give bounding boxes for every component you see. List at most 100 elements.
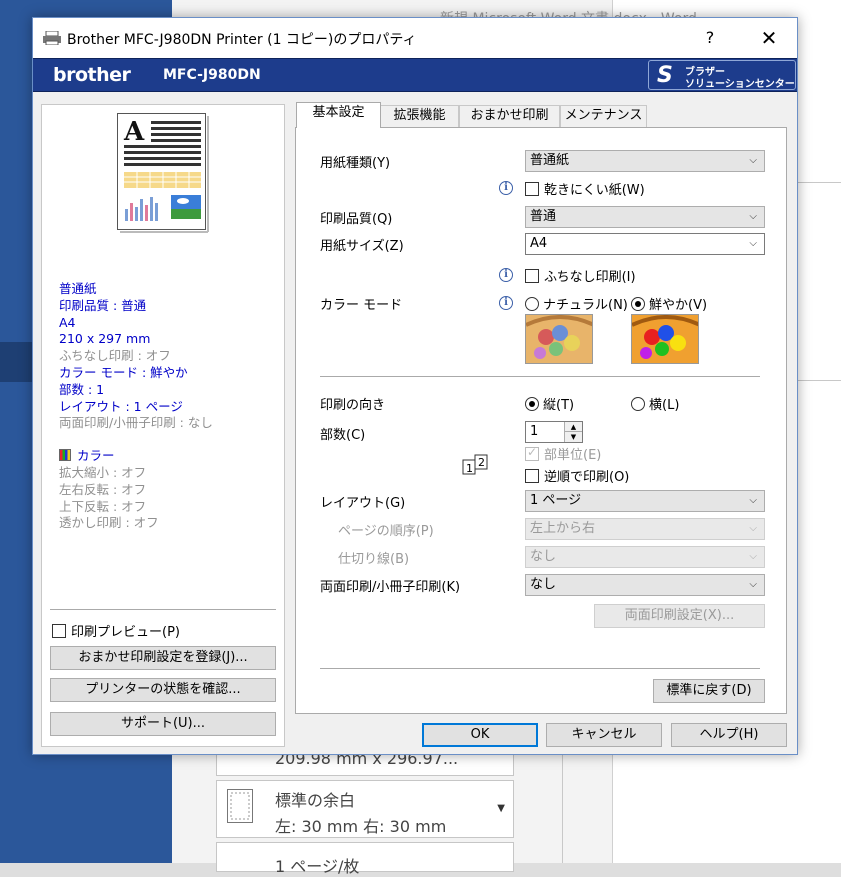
model-name: MFC-J980DN — [163, 67, 261, 83]
solutions-center-icon: S — [657, 63, 673, 88]
page-order-select[interactable]: 左上から右 ⌵ — [525, 518, 765, 540]
register-settings-button[interactable]: おまかせ印刷設定を登録(J)... — [50, 646, 276, 670]
slow-drying-label: 乾きにくい紙(W) — [544, 183, 645, 198]
close-button[interactable]: ✕ — [743, 18, 795, 58]
tab-basic[interactable]: 基本設定 — [296, 102, 381, 128]
pages-per-sheet-setting[interactable]: 1 ページ/枚 — [216, 842, 514, 876]
settings-summary-panel: A 普通紙 印刷品質: 普通 A4 210 x 297 mm ふちなし印刷:… — [41, 104, 285, 747]
media-type-label: 用紙種類(Y) — [320, 156, 391, 171]
portrait-radio[interactable]: 縦(T) — [525, 394, 574, 413]
checkbox-icon — [525, 469, 539, 483]
layout-select[interactable]: 1 ページ ⌵ — [525, 490, 765, 512]
info-icon[interactable]: i — [499, 181, 513, 195]
layout-label: レイアウト(G) — [320, 496, 406, 511]
info-icon[interactable]: i — [499, 296, 513, 310]
radio-icon — [525, 297, 539, 311]
help-dialog-button[interactable]: ヘルプ(H) — [671, 723, 787, 747]
help-button[interactable]: ? — [687, 18, 733, 58]
color-mode-info: i — [499, 294, 513, 310]
summary-scaling: 拡大縮小 : オフ — [59, 464, 147, 480]
summary-color-mode: カラー モード : 鮮やか — [59, 364, 188, 380]
info-icon[interactable]: i — [499, 268, 513, 282]
duplex-select[interactable]: なし ⌵ — [525, 574, 765, 596]
tab-advanced[interactable]: 拡張機能 — [380, 105, 459, 127]
brother-banner: brother MFC-J980DN S ブラザー ソリューションセンター — [33, 58, 797, 92]
paper-size-value: A4 — [530, 236, 548, 251]
duplex-value: なし — [530, 577, 557, 592]
slow-drying-row: i — [499, 179, 513, 195]
copies-stepper[interactable]: 1 ▲ ▼ — [525, 421, 583, 443]
pane-divider — [562, 750, 563, 863]
border-line-select[interactable]: なし ⌵ — [525, 546, 765, 568]
summary-duplex: 両面印刷/小冊子印刷 : なし — [59, 415, 213, 431]
brother-logo: brother — [53, 64, 131, 86]
cancel-button[interactable]: キャンセル — [546, 723, 662, 747]
summary-borderless: ふちなし印刷 : オフ — [59, 348, 171, 364]
border-line-label: 仕切り線(B) — [338, 552, 410, 567]
summary-dimensions: 210 x 297 mm — [59, 331, 151, 347]
border-line-value: なし — [530, 549, 557, 564]
chevron-down-icon: ⌵ — [749, 211, 757, 222]
collate-checkbox[interactable]: 部単位(E) — [525, 444, 601, 463]
solutions-center-line2: ソリューションセンター — [685, 79, 795, 90]
summary-paper-type: 普通紙 — [59, 281, 97, 296]
orientation-label: 印刷の向き — [320, 398, 386, 413]
word-sidebar-selected-item[interactable] — [0, 342, 32, 382]
tab-print-profiles[interactable]: おまかせ印刷 — [459, 105, 560, 127]
dialog-titlebar: Brother MFC-J980DN Printer (1 コピー)のプロパティ… — [33, 18, 797, 58]
natural-radio[interactable]: ナチュラル(N) — [525, 294, 628, 313]
layout-value: 1 ページ — [530, 493, 582, 508]
ok-button[interactable]: OK — [422, 723, 538, 747]
preview-divider — [797, 182, 841, 183]
printer-status-button[interactable]: プリンターの状態を確認... — [50, 678, 276, 702]
copies-value: 1 — [530, 424, 539, 439]
landscape-radio[interactable]: 横(L) — [631, 394, 679, 413]
duplex-label: 両面印刷/小冊子印刷(K) — [320, 580, 461, 595]
vivid-label: 鮮やか(V) — [649, 298, 708, 313]
checkbox-checked-icon — [525, 445, 539, 461]
portrait-label: 縦(T) — [543, 398, 575, 413]
section-divider — [320, 376, 760, 377]
quality-label: 印刷品質(Q) — [320, 212, 393, 227]
chevron-down-icon: ⌵ — [749, 495, 757, 506]
quality-select[interactable]: 普通 ⌵ — [525, 206, 765, 228]
summary-quality: 印刷品質 : 普通 — [59, 297, 147, 313]
margins-setting[interactable]: 標準の余白 左: 30 mm 右: 30 mm ▼ — [216, 780, 514, 838]
summary-watermark: 透かし印刷 : オフ — [59, 515, 159, 531]
margins-icon — [227, 789, 253, 823]
reverse-order-checkbox[interactable]: 逆順で印刷(O) — [525, 466, 629, 485]
summary-reverse: 上下反転 : オフ — [59, 498, 147, 514]
chevron-down-icon: ▼ — [497, 803, 505, 814]
solutions-center-button[interactable]: S ブラザー ソリューションセンター — [648, 60, 796, 90]
support-button[interactable]: サポート(U)... — [50, 712, 276, 736]
chevron-down-icon: ⌵ — [749, 523, 757, 534]
natural-label: ナチュラル(N) — [543, 298, 628, 313]
svg-text:1: 1 — [466, 462, 473, 475]
spin-down-icon[interactable]: ▼ — [564, 432, 582, 442]
slow-drying-checkbox[interactable]: 乾きにくい紙(W) — [525, 179, 645, 198]
page-preview-icon: A — [117, 113, 209, 233]
quality-value: 普通 — [530, 209, 557, 224]
page-order-value: 左上から右 — [530, 521, 596, 536]
pages-per-sheet-title: 1 ページ/枚 — [275, 857, 360, 876]
tab-maintenance[interactable]: メンテナンス — [560, 105, 647, 127]
borderless-checkbox[interactable]: ふちなし印刷(I) — [525, 266, 636, 285]
radio-icon — [631, 397, 645, 411]
duplex-settings-button[interactable]: 両面印刷設定(X)... — [594, 604, 765, 628]
printer-properties-dialog: Brother MFC-J980DN Printer (1 コピー)のプロパティ… — [32, 17, 798, 755]
spin-up-icon[interactable]: ▲ — [564, 422, 582, 432]
borderless-label: ふちなし印刷(I) — [544, 270, 636, 285]
print-preview-checkbox[interactable]: 印刷プレビュー(P) — [52, 621, 180, 640]
media-type-select[interactable]: 普通紙 ⌵ — [525, 150, 765, 172]
restore-defaults-button[interactable]: 標準に戻す(D) — [653, 679, 765, 703]
paper-size-select[interactable]: A4 ⌵ — [525, 233, 765, 255]
dialog-title: Brother MFC-J980DN Printer (1 コピー)のプロパティ — [67, 32, 417, 48]
margins-values: 左: 30 mm 右: 30 mm — [275, 817, 447, 836]
basic-settings-panel: 用紙種類(Y) 普通紙 ⌵ i 乾きにくい紙(W) 印刷品質(Q) 普通 ⌵ 用紙サ… — [295, 127, 787, 714]
left-panel-divider — [50, 609, 276, 610]
summary-copies: 部数 : 1 — [59, 381, 105, 397]
vivid-radio[interactable]: 鮮やか(V) — [631, 294, 707, 313]
media-type-value: 普通紙 — [530, 153, 570, 168]
chevron-down-icon: ⌵ — [749, 155, 757, 166]
color-mode-label: カラー モード — [320, 298, 403, 313]
